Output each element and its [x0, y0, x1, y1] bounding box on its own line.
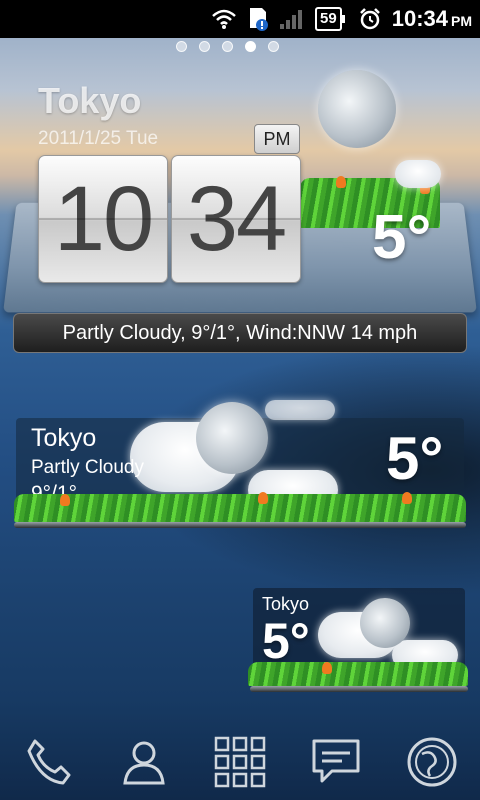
signal-icon — [279, 8, 305, 30]
ampm-badge: PM — [254, 124, 300, 154]
wifi-icon — [211, 8, 237, 30]
battery-level: 59 — [320, 10, 337, 27]
app-drawer-button[interactable] — [208, 732, 272, 796]
home-page-indicator — [176, 41, 279, 52]
page-dot — [268, 41, 279, 52]
messaging-icon — [308, 735, 364, 794]
widget-shelf — [250, 686, 468, 692]
widget-temperature: 5° — [386, 425, 444, 492]
flower-decoration — [258, 492, 268, 504]
condition-bar[interactable]: Partly Cloudy, 9°/1°, Wind:NNW 14 mph — [13, 313, 467, 353]
flower-decoration — [402, 492, 412, 504]
sim-alert-icon — [247, 6, 269, 32]
phone-icon — [21, 735, 75, 794]
widget-date: 2011/1/25 Tue — [38, 128, 159, 149]
contacts-icon — [117, 735, 171, 794]
clock-minute[interactable]: 34 — [171, 155, 301, 283]
partly-cloudy-night-icon — [360, 598, 410, 648]
phone-button[interactable] — [16, 732, 80, 796]
alarm-icon — [358, 7, 382, 31]
page-dot — [222, 41, 233, 52]
cloud-icon — [395, 160, 441, 188]
widget-city: Tokyo — [31, 424, 97, 452]
grass-decoration — [14, 494, 466, 522]
grass-decoration — [248, 662, 468, 686]
cloud-icon — [265, 400, 335, 420]
browser-button[interactable] — [400, 732, 464, 796]
status-clock: 10:34 PM — [392, 6, 472, 32]
widget-condition: Partly Cloudy — [31, 457, 144, 478]
dock — [0, 728, 480, 800]
browser-icon — [404, 734, 460, 795]
contacts-button[interactable] — [112, 732, 176, 796]
flower-decoration — [60, 494, 70, 506]
moon-icon — [318, 70, 396, 148]
app-drawer-icon — [212, 734, 268, 795]
page-dot-active — [245, 41, 256, 52]
messaging-button[interactable] — [304, 732, 368, 796]
clock-hour[interactable]: 10 — [38, 155, 168, 283]
flower-decoration — [322, 662, 332, 674]
status-time: 10:34 — [391, 6, 448, 31]
status-bar[interactable]: 59 10:34 PM — [0, 0, 480, 38]
partly-cloudy-night-icon — [196, 402, 268, 474]
page-dot — [176, 41, 187, 52]
page-dot — [199, 41, 210, 52]
flower-decoration — [336, 176, 346, 188]
battery-icon: 59 — [315, 7, 345, 31]
widget-temperature: 5° — [372, 203, 432, 272]
widget-city: Tokyo — [38, 80, 142, 121]
widget-shelf — [14, 522, 466, 528]
status-ampm: PM — [451, 13, 472, 29]
